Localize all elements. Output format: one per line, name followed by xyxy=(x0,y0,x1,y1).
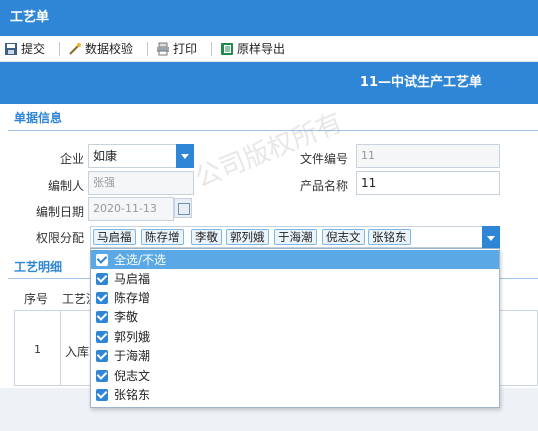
permission-multiselect[interactable]: 马启福 陈存增 李敬 郭列娥 于海潮 倪志文 张铭东 xyxy=(90,226,500,248)
submit-label: 提交 xyxy=(21,42,46,56)
selected-chip[interactable]: 郭列娥 xyxy=(226,229,269,245)
selected-chip[interactable]: 倪志文 xyxy=(322,229,365,245)
chevron-down-icon[interactable] xyxy=(176,144,194,168)
calendar-icon[interactable] xyxy=(174,198,192,218)
data-check-label: 数据校验 xyxy=(85,42,134,56)
toolbar-divider xyxy=(147,41,149,56)
printer-icon xyxy=(156,42,170,56)
checkbox-checked-icon[interactable] xyxy=(96,369,108,382)
checkbox-checked-icon[interactable] xyxy=(96,349,108,362)
selected-chip[interactable]: 陈存增 xyxy=(141,229,184,245)
selected-chip[interactable]: 张铭东 xyxy=(368,229,411,245)
checkbox-checked-icon[interactable] xyxy=(96,330,108,343)
option-label: 倪志文 xyxy=(114,369,151,383)
option-label: 马启福 xyxy=(114,272,151,286)
toolbar-divider xyxy=(59,41,61,56)
document-title: 11—中试生产工艺单 xyxy=(359,75,482,90)
print-label: 打印 xyxy=(173,42,198,56)
option-label: 于海潮 xyxy=(114,349,151,363)
editor-label: 编制人 xyxy=(47,179,84,193)
option-select-all[interactable]: 全选/不选 xyxy=(91,250,499,269)
checkbox-checked-icon[interactable] xyxy=(96,291,108,304)
date-label: 编制日期 xyxy=(35,205,84,219)
section-divider xyxy=(8,130,538,131)
row-seq-cell: 1 xyxy=(15,311,61,385)
selected-chip[interactable]: 马启福 xyxy=(93,229,136,245)
checkbox-checked-icon[interactable] xyxy=(96,388,108,401)
excel-icon xyxy=(220,42,234,56)
selected-chip[interactable]: 李敬 xyxy=(191,229,222,245)
row-seq: 1 xyxy=(34,343,41,356)
product-label: 产品名称 xyxy=(299,179,348,193)
document-header: 11—中试生产工艺单 xyxy=(0,62,538,104)
toolbar-divider xyxy=(211,41,213,56)
list-item[interactable]: 李敬 xyxy=(91,307,499,326)
list-item[interactable]: 倪志文 xyxy=(91,366,499,385)
window-title: 工艺单 xyxy=(0,0,538,36)
list-item[interactable]: 张铭东 xyxy=(91,385,499,404)
checkbox-checked-icon[interactable] xyxy=(96,272,108,285)
checkbox-checked-icon[interactable] xyxy=(96,310,108,323)
list-item[interactable]: 郭列娥 xyxy=(91,327,499,346)
option-label: 全选/不选 xyxy=(114,253,167,267)
data-check-button[interactable]: 数据校验 xyxy=(68,40,133,57)
section-title-process-detail: 工艺明细 xyxy=(14,260,63,274)
save-icon xyxy=(4,42,18,56)
section-title-doc-info: 单据信息 xyxy=(14,111,63,125)
option-label: 李敬 xyxy=(114,310,139,324)
option-label: 张铭东 xyxy=(114,388,151,402)
export-button[interactable]: 原样导出 xyxy=(220,40,285,57)
export-label: 原样导出 xyxy=(237,42,286,56)
date-field[interactable]: 2020-11-13 xyxy=(88,197,174,221)
option-label: 陈存增 xyxy=(114,291,151,305)
selected-chip[interactable]: 于海潮 xyxy=(274,229,317,245)
option-label: 郭列娥 xyxy=(114,330,151,344)
company-value: 如康 xyxy=(93,149,118,163)
list-item[interactable]: 陈存增 xyxy=(91,288,499,307)
checkbox-checked-icon[interactable] xyxy=(96,253,108,266)
row-process-text: 入库 xyxy=(65,345,90,359)
toolbar: 提交 数据校验 打印 原样导出 xyxy=(0,36,538,62)
wand-icon xyxy=(68,42,82,56)
doc-no-field[interactable]: 11 xyxy=(356,144,500,168)
product-field[interactable]: 11 xyxy=(356,171,500,195)
company-label: 企业 xyxy=(59,152,84,166)
submit-button[interactable]: 提交 xyxy=(4,40,45,57)
list-item[interactable]: 于海潮 xyxy=(91,346,499,365)
print-button[interactable]: 打印 xyxy=(156,40,197,57)
editor-field[interactable]: 张强 xyxy=(88,171,194,195)
permission-dropdown-panel[interactable]: 全选/不选 马启福 陈存增 李敬 郭列娥 于海潮 倪志文 张铭东 xyxy=(90,248,500,408)
perm-label: 权限分配 xyxy=(35,231,84,245)
list-item[interactable]: 马启福 xyxy=(91,269,499,288)
chevron-down-icon[interactable] xyxy=(482,226,500,248)
doc-no-label: 文件编号 xyxy=(299,152,348,166)
company-select[interactable]: 如康 xyxy=(88,144,194,168)
col-seq-header: 序号 xyxy=(24,292,49,306)
